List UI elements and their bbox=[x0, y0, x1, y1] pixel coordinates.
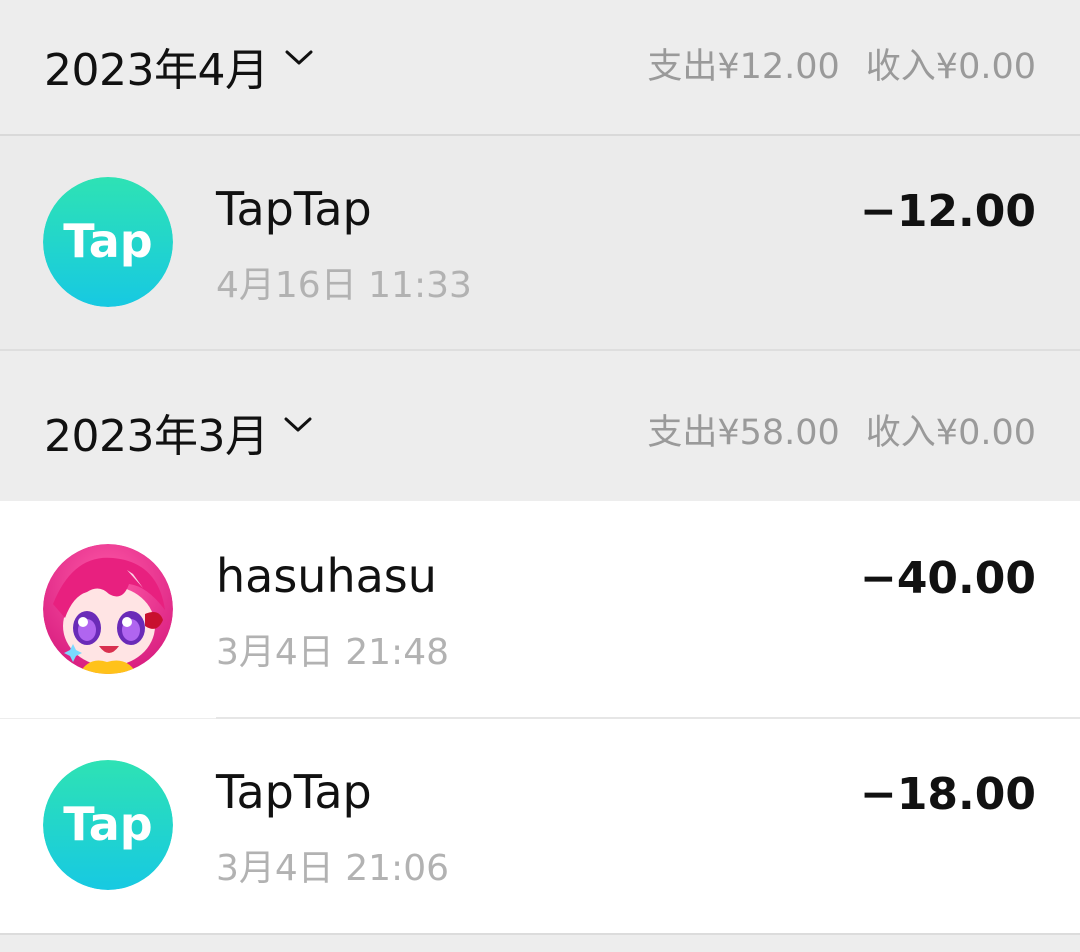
income-total: 收入¥0.00 bbox=[865, 47, 1036, 87]
income-total: 收入¥0.00 bbox=[865, 413, 1036, 453]
transaction-row[interactable]: Tap TapTap 4月16日 11:33 −12.00 bbox=[0, 136, 1080, 349]
expense-total: 支出¥58.00 bbox=[647, 413, 840, 453]
payee-name: TapTap bbox=[216, 182, 372, 236]
month-summary: 支出¥12.00 收入¥0.00 bbox=[647, 38, 1036, 89]
chevron-down-icon[interactable] bbox=[285, 50, 313, 66]
chevron-down-icon[interactable] bbox=[284, 417, 312, 433]
anime-avatar-icon bbox=[43, 544, 173, 674]
month-title[interactable]: 2023年3月 bbox=[44, 400, 269, 464]
month-header-april[interactable]: 2023年4月 支出¥12.00 收入¥0.00 bbox=[0, 0, 1080, 134]
expense-total: 支出¥12.00 bbox=[647, 47, 840, 87]
taptap-logo-icon: Tap bbox=[43, 760, 173, 890]
month-title[interactable]: 2023年4月 bbox=[44, 34, 269, 98]
transaction-time: 4月16日 11:33 bbox=[216, 265, 472, 306]
transaction-amount: −40.00 bbox=[859, 553, 1036, 604]
month-summary: 支出¥58.00 收入¥0.00 bbox=[647, 404, 1036, 455]
taptap-logo-icon: Tap bbox=[43, 177, 173, 307]
transaction-time: 3月4日 21:48 bbox=[216, 632, 449, 673]
payee-name: hasuhasu bbox=[216, 549, 437, 603]
logo-text: Tap bbox=[63, 214, 152, 268]
transaction-amount: −12.00 bbox=[859, 186, 1036, 237]
transaction-row[interactable]: Tap TapTap 3月4日 21:06 −18.00 bbox=[0, 719, 1080, 933]
logo-text: Tap bbox=[63, 797, 152, 851]
payee-name: TapTap bbox=[216, 765, 372, 819]
divider bbox=[0, 933, 1080, 935]
transaction-amount: −18.00 bbox=[859, 769, 1036, 820]
month-header-march[interactable]: 2023年3月 支出¥58.00 收入¥0.00 bbox=[0, 351, 1080, 501]
transaction-time: 3月4日 21:06 bbox=[216, 848, 449, 889]
transaction-row[interactable]: hasuhasu 3月4日 21:48 −40.00 bbox=[0, 501, 1080, 718]
